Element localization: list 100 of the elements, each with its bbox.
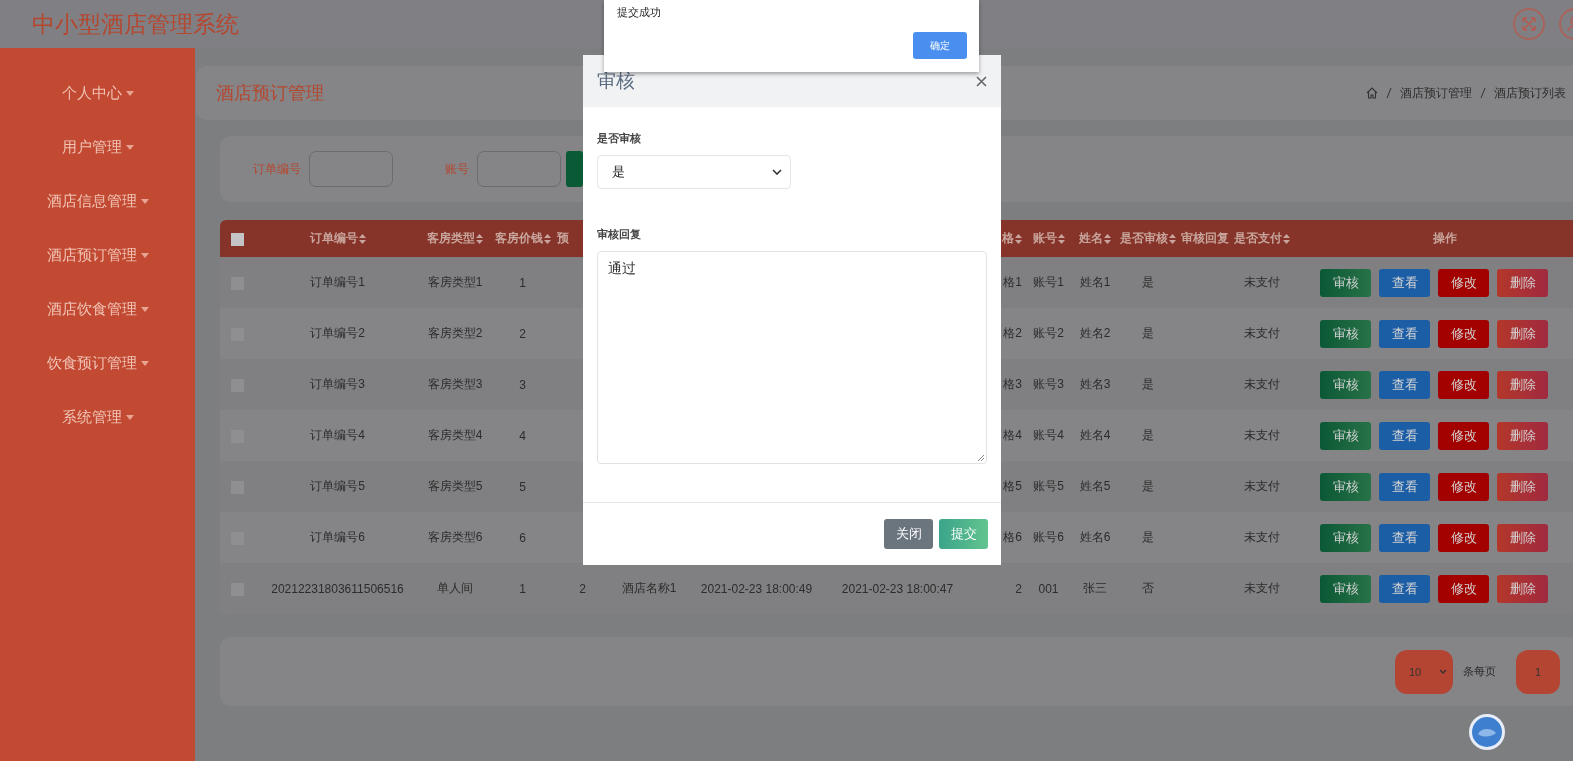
table-cell: 未支付 (1244, 377, 1280, 391)
submit-button[interactable]: 提交 (939, 519, 988, 549)
table-cell: 账号2 (1033, 326, 1064, 340)
delete-button[interactable]: 删除 (1497, 370, 1548, 399)
table-cell: 张三 (1083, 581, 1107, 595)
view-button[interactable]: 查看 (1379, 268, 1430, 297)
table-cell: 未支付 (1244, 326, 1280, 340)
table-cell: 001 (1038, 581, 1059, 596)
view-button[interactable]: 查看 (1379, 370, 1430, 399)
select-field[interactable]: 是 (597, 155, 791, 189)
delete-button[interactable]: 删除 (1497, 523, 1548, 552)
sort-icon[interactable] (476, 233, 483, 244)
table-cell: 账号1 (1033, 275, 1064, 289)
column-header: 姓名 (1079, 231, 1103, 245)
view-button[interactable]: 查看 (1379, 421, 1430, 450)
table-cell: 账号5 (1033, 479, 1064, 493)
table-cell: 2021-02-23 18:00:49 (700, 581, 813, 596)
breadcrumb-item[interactable]: 酒店预订列表 (1494, 84, 1566, 102)
table-cell: 客房类型6 (427, 530, 483, 544)
separator-icon (1480, 87, 1486, 99)
edit-button[interactable]: 修改 (1438, 268, 1489, 297)
review-button[interactable]: 审核 (1320, 523, 1371, 552)
sort-icon[interactable] (543, 233, 551, 244)
view-button[interactable]: 查看 (1379, 472, 1430, 501)
column-header: 客房类型 (427, 231, 475, 245)
table-cell: 账号4 (1033, 428, 1064, 442)
floating-ball-icon[interactable] (1468, 713, 1506, 751)
view-button[interactable]: 查看 (1379, 574, 1430, 603)
sort-icon[interactable] (1015, 233, 1022, 244)
close-icon[interactable] (976, 75, 987, 87)
table-cell: 姓名2 (1079, 326, 1111, 340)
sidebar-item[interactable]: 酒店饮食管理 (0, 282, 195, 336)
table-cell: 格3 (1003, 377, 1022, 391)
edit-button[interactable]: 修改 (1438, 574, 1489, 603)
table-cell: 2021-02-23 18:00:47 (841, 581, 954, 596)
page-size-label: 条每页 (1463, 664, 1496, 679)
dialog-title: 审核 (597, 69, 635, 93)
sidebar-item[interactable]: 个人中心 (0, 66, 195, 120)
column-header: 审核回复 (1181, 231, 1229, 245)
table-cell: 是 (1142, 377, 1154, 391)
table-cell: 客房类型1 (427, 275, 483, 289)
sort-icon[interactable] (358, 233, 366, 244)
confirm-button[interactable]: 确定 (913, 32, 967, 59)
table-cell: 订单编号5 (310, 479, 365, 493)
delete-button[interactable]: 删除 (1497, 319, 1548, 348)
sidebar-item[interactable]: 酒店信息管理 (0, 174, 195, 228)
review-button[interactable]: 审核 (1320, 472, 1371, 501)
table-cell: 格6 (1003, 530, 1022, 544)
sidebar-item[interactable]: 系统管理 (0, 390, 195, 444)
edit-button[interactable]: 修改 (1438, 472, 1489, 501)
breadcrumb-item[interactable]: 酒店预订管理 (1400, 84, 1472, 102)
home-icon[interactable] (1366, 87, 1378, 99)
table-cell: 姓名6 (1079, 530, 1111, 544)
table-cell: 格1 (1003, 275, 1022, 289)
edit-button[interactable]: 修改 (1438, 421, 1489, 450)
review-button[interactable]: 审核 (1320, 370, 1371, 399)
table-cell: 3 (519, 377, 526, 392)
sidebar-item[interactable]: 酒店预订管理 (0, 228, 195, 282)
table-cell: 6 (519, 530, 526, 545)
table-cell: 未支付 (1244, 530, 1280, 544)
checkbox[interactable] (231, 232, 244, 246)
search-field[interactable] (309, 151, 393, 187)
delete-button[interactable]: 删除 (1497, 421, 1548, 450)
column-header: 账号 (1032, 231, 1057, 245)
table-cell: 2 (1015, 581, 1022, 596)
delete-button[interactable]: 删除 (1497, 268, 1548, 297)
review-button[interactable]: 审核 (1320, 268, 1371, 297)
close-button[interactable]: 关闭 (884, 519, 933, 549)
edit-button[interactable]: 修改 (1438, 523, 1489, 552)
field-label: 账号 (445, 160, 469, 178)
sidebar-item[interactable]: 用户管理 (0, 120, 195, 174)
caret-icon (125, 90, 134, 96)
resize-grip-icon[interactable] (977, 454, 985, 462)
delete-button[interactable]: 删除 (1497, 472, 1548, 501)
review-button[interactable]: 审核 (1320, 574, 1371, 603)
table-cell: 未支付 (1244, 428, 1280, 442)
sort-icon[interactable] (1057, 233, 1065, 244)
field-label: 是否审核 (597, 131, 642, 146)
column-header: 格 (1002, 231, 1014, 245)
caret-icon (140, 306, 149, 312)
search-field[interactable] (477, 151, 561, 187)
edit-button[interactable]: 修改 (1438, 319, 1489, 348)
sort-icon[interactable] (1283, 233, 1290, 244)
review-button[interactable]: 审核 (1320, 421, 1371, 450)
table-cell: 订单编号4 (310, 428, 365, 442)
table-cell: 1 (519, 581, 526, 596)
sort-icon[interactable] (1169, 233, 1176, 244)
view-button[interactable]: 查看 (1379, 319, 1430, 348)
sidebar-item[interactable]: 饮食预订管理 (0, 336, 195, 390)
table-cell: 格4 (1003, 428, 1022, 442)
caret-icon (140, 360, 149, 366)
table-cell: 2 (519, 326, 526, 341)
edit-button[interactable]: 修改 (1438, 370, 1489, 399)
reply-field[interactable]: 通过 (597, 251, 987, 464)
delete-button[interactable]: 删除 (1497, 574, 1548, 603)
view-button[interactable]: 查看 (1379, 523, 1430, 552)
column-header: 是否审核 (1120, 231, 1168, 245)
sort-icon[interactable] (1104, 233, 1111, 244)
review-button[interactable]: 审核 (1320, 319, 1371, 348)
table-cell: 是 (1142, 275, 1154, 289)
